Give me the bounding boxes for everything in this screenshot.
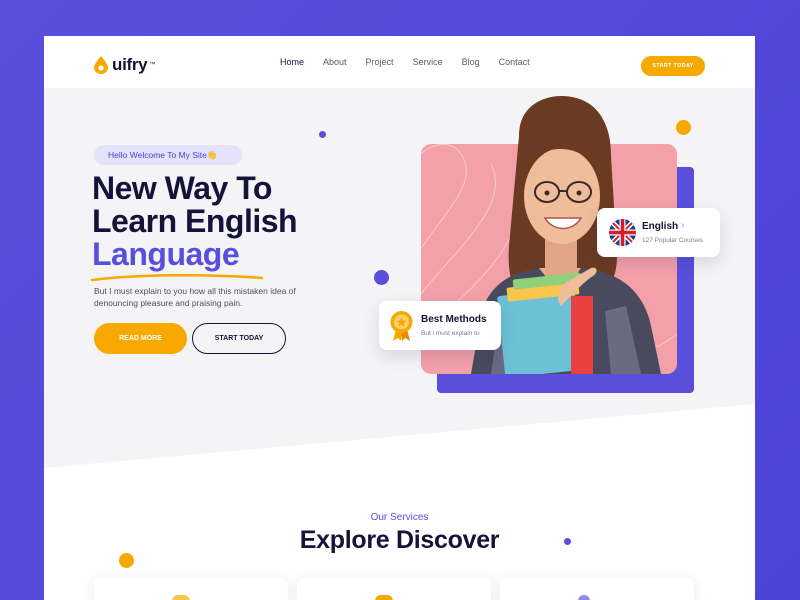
uk-flag-icon — [609, 219, 636, 246]
hero-title-line1: New Way To — [92, 170, 272, 206]
start-today-button[interactable]: START TODAY — [192, 323, 286, 354]
services-heading: Explore Discover — [299, 526, 500, 554]
nav-service[interactable]: Service — [413, 57, 443, 67]
decor-dot — [676, 120, 691, 135]
top-navbar: uifry ™ Home About Project Service Blog … — [44, 36, 755, 88]
trademark: ™ — [149, 62, 156, 68]
best-methods-card[interactable]: Best Methods But i must explain to — [379, 301, 501, 350]
service-icon — [578, 595, 590, 600]
nav-blog[interactable]: Blog — [462, 57, 480, 67]
website-mockup-frame: uifry ™ Home About Project Service Blog … — [44, 36, 755, 600]
highlight-underline — [90, 273, 264, 282]
main-menu: Home About Project Service Blog Contact — [280, 57, 549, 67]
english-course-card[interactable]: English › 127 Popular Courses — [597, 208, 720, 257]
services-label: Our Services — [370, 512, 429, 523]
service-card[interactable] — [297, 578, 491, 600]
best-methods-subtitle: But i must explain to — [421, 330, 480, 337]
service-icon — [375, 595, 393, 600]
hero-title-highlight: Language — [92, 236, 240, 272]
service-card[interactable] — [500, 578, 694, 600]
welcome-badge: Hello Welcome To My Site👋 — [94, 145, 242, 165]
nav-home[interactable]: Home — [280, 57, 304, 67]
hero-description: But I must explain to you how all this m… — [94, 286, 296, 308]
service-icon — [172, 595, 190, 600]
nav-contact[interactable]: Contact — [499, 57, 530, 67]
drop-icon — [94, 56, 108, 74]
decor-dot — [119, 553, 134, 568]
nav-about[interactable]: About — [323, 57, 347, 67]
english-card-title: English — [642, 221, 679, 232]
best-methods-title: Best Methods — [421, 314, 487, 325]
decor-dot — [319, 131, 326, 138]
start-today-nav-button[interactable]: START TODAY — [641, 56, 705, 76]
chevron-right-icon: › — [681, 220, 685, 231]
logo[interactable]: uifry ™ — [94, 55, 155, 75]
nav-project[interactable]: Project — [366, 57, 394, 67]
decor-dot — [374, 270, 389, 285]
hero-title-line2: Learn English — [92, 203, 298, 239]
hero-heading: New Way To Learn English Language — [92, 172, 372, 271]
logo-text: uifry — [112, 55, 148, 74]
service-card[interactable] — [94, 578, 288, 600]
read-more-button[interactable]: READ MORE — [94, 323, 187, 354]
english-card-subtitle: 127 Popular Courses — [642, 237, 704, 244]
medal-icon — [390, 311, 413, 341]
